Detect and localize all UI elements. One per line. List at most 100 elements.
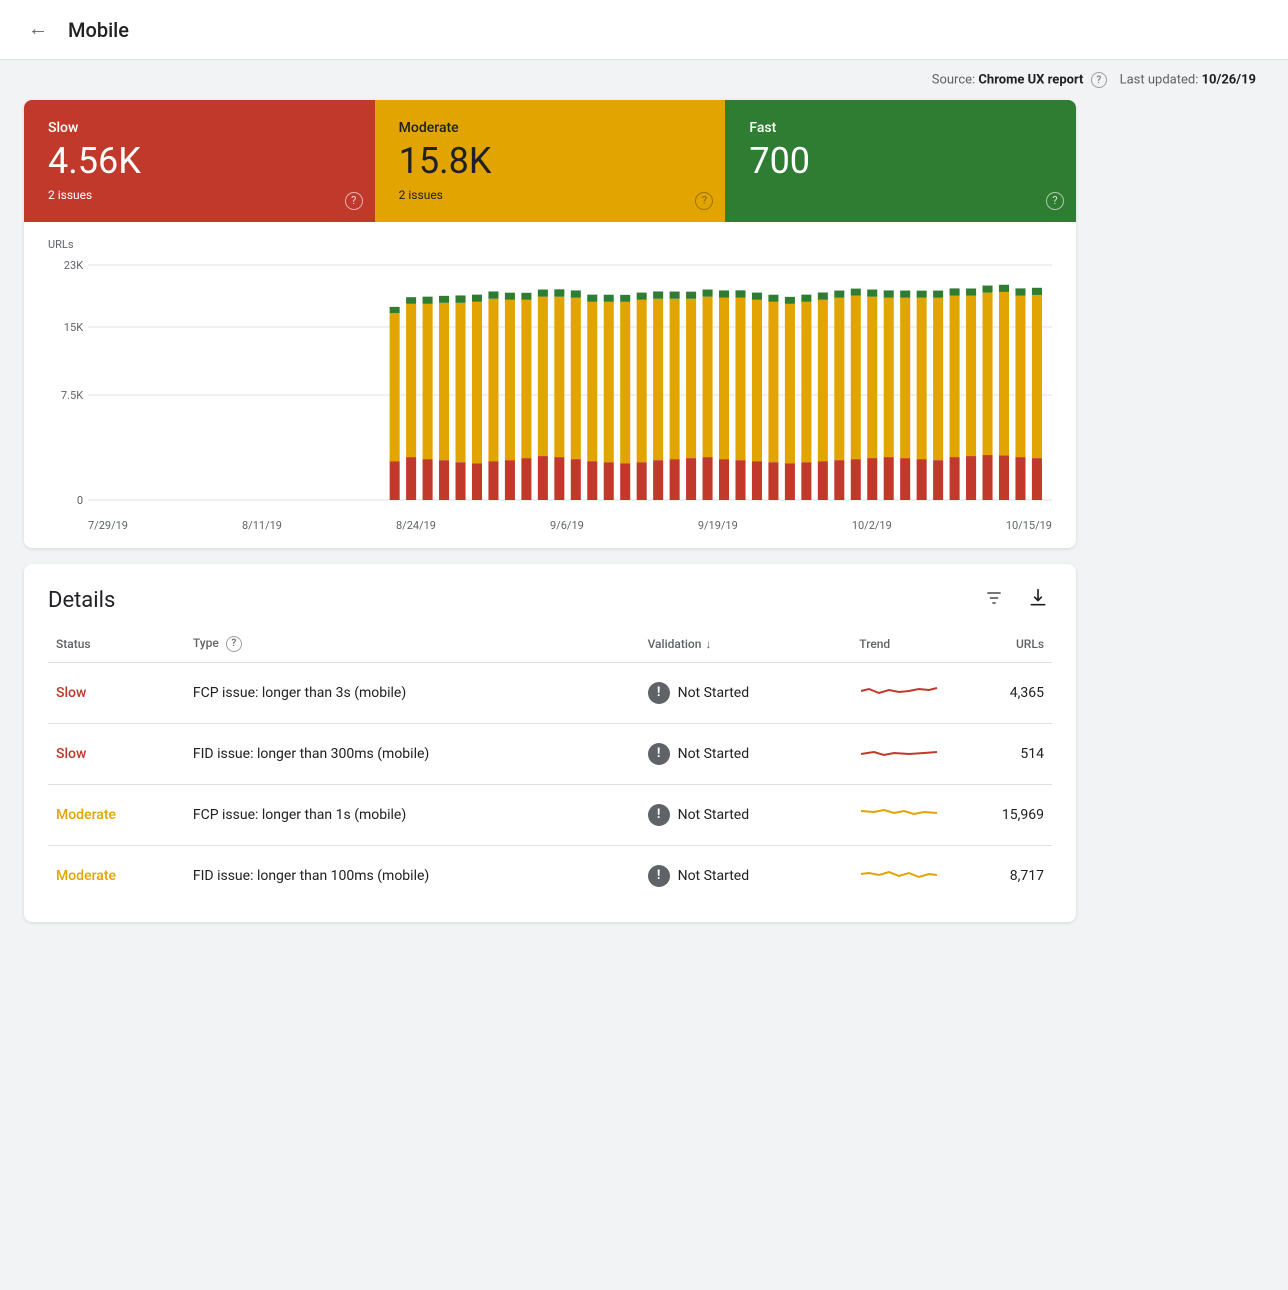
status-cell: Slow <box>48 662 185 723</box>
table-row: Moderate FID issue: longer than 100ms (mo… <box>48 845 1052 906</box>
col-type: Type ? <box>185 626 640 663</box>
type-cell: FID issue: longer than 300ms (mobile) <box>185 723 640 784</box>
fast-summary-card: Fast 700 ? <box>725 100 1076 222</box>
summary-chart-card: Slow 4.56K 2 issues ? Moderate 15.8K 2 i… <box>24 100 1076 548</box>
svg-text:23K: 23K <box>64 259 83 272</box>
validation-status-icon: ! <box>648 804 670 826</box>
col-validation[interactable]: Validation ↓ <box>640 626 852 663</box>
x-label-6: 10/15/19 <box>1006 519 1052 532</box>
fast-value: 700 <box>749 142 1052 182</box>
details-actions <box>980 584 1052 618</box>
validation-status-icon: ! <box>648 682 670 704</box>
moderate-value: 15.8K <box>399 142 702 182</box>
trend-cell <box>851 845 947 906</box>
slow-label: Slow <box>48 120 351 136</box>
status-cell: Moderate <box>48 845 185 906</box>
col-status: Status <box>48 626 185 663</box>
details-table-wrapper: Status Type ? Validation ↓ <box>24 626 1076 922</box>
source-name: Chrome UX report <box>978 72 1083 87</box>
table-row: Slow FID issue: longer than 300ms (mobile… <box>48 723 1052 784</box>
svg-text:15K: 15K <box>64 321 83 334</box>
trend-cell <box>851 723 947 784</box>
moderate-summary-card: Moderate 15.8K 2 issues ? <box>375 100 726 222</box>
x-label-1: 8/11/19 <box>242 519 282 532</box>
download-button[interactable] <box>1024 584 1052 618</box>
validation-status-text: Not Started <box>678 868 750 884</box>
status-cell: Slow <box>48 723 185 784</box>
source-help-icon[interactable]: ? <box>1091 72 1107 88</box>
validation-cell: ! Not Started <box>640 662 852 723</box>
table-header-row: Status Type ? Validation ↓ <box>48 626 1052 663</box>
chart-x-labels: 7/29/19 8/11/19 8/24/19 9/6/19 9/19/19 1… <box>48 519 1052 532</box>
validation-cell: ! Not Started <box>640 784 852 845</box>
last-updated-value: 10/26/19 <box>1202 72 1256 87</box>
header: ← Mobile <box>0 0 1288 60</box>
status-badge: Slow <box>56 685 86 701</box>
validation-status-text: Not Started <box>678 685 750 701</box>
validation-status-text: Not Started <box>678 746 750 762</box>
moderate-issues: 2 issues <box>399 188 702 202</box>
fast-label: Fast <box>749 120 1052 136</box>
status-badge: Slow <box>56 746 86 762</box>
chart-svg: 23K 15K 7.5K 0 <box>48 255 1052 515</box>
table-row: Slow FCP issue: longer than 3s (mobile)! N… <box>48 662 1052 723</box>
filter-icon <box>984 591 1004 613</box>
trend-cell <box>851 784 947 845</box>
chart-y-label: URLs <box>48 238 1052 251</box>
urls-cell: 514 <box>947 723 1052 784</box>
urls-cell: 8,717 <box>947 845 1052 906</box>
trend-svg <box>859 799 939 827</box>
urls-cell: 4,365 <box>947 662 1052 723</box>
slow-issues: 2 issues <box>48 188 351 202</box>
download-icon <box>1028 591 1048 613</box>
validation-sort[interactable]: Validation ↓ <box>648 637 844 651</box>
back-button[interactable]: ← <box>24 14 52 45</box>
slow-value: 4.56K <box>48 142 351 182</box>
validation-status-text: Not Started <box>678 807 750 823</box>
page-title: Mobile <box>68 18 129 42</box>
details-tbody: Slow FCP issue: longer than 3s (mobile)! N… <box>48 662 1052 906</box>
validation-status-icon: ! <box>648 865 670 887</box>
x-label-0: 7/29/19 <box>88 519 128 532</box>
details-header: Details <box>24 564 1076 626</box>
chart-container: 23K 15K 7.5K 0 <box>48 255 1052 515</box>
details-table: Status Type ? Validation ↓ <box>48 626 1052 906</box>
summary-row: Slow 4.56K 2 issues ? Moderate 15.8K 2 i… <box>24 100 1076 222</box>
slow-help-icon[interactable]: ? <box>345 192 363 210</box>
svg-text:0: 0 <box>77 494 83 507</box>
validation-status-icon: ! <box>648 743 670 765</box>
urls-cell: 15,969 <box>947 784 1052 845</box>
type-cell: FCP issue: longer than 1s (mobile) <box>185 784 640 845</box>
type-cell: FCP issue: longer than 3s (mobile) <box>185 662 640 723</box>
x-label-3: 9/6/19 <box>550 519 584 532</box>
details-card: Details <box>24 564 1076 922</box>
last-updated-prefix: Last updated: <box>1120 72 1199 87</box>
moderate-label: Moderate <box>399 120 702 136</box>
type-help-icon[interactable]: ? <box>226 636 242 652</box>
fast-help-icon[interactable]: ? <box>1046 192 1064 210</box>
trend-svg <box>859 738 939 766</box>
back-icon: ← <box>28 18 48 41</box>
col-trend: Trend <box>851 626 947 663</box>
svg-text:7.5K: 7.5K <box>61 389 83 402</box>
moderate-help-icon[interactable]: ? <box>695 192 713 210</box>
status-badge: Moderate <box>56 807 116 823</box>
x-label-2: 8/24/19 <box>396 519 436 532</box>
status-cell: Moderate <box>48 784 185 845</box>
trend-cell <box>851 662 947 723</box>
chart-area: URLs 23K 15K 7.5K 0 <box>24 222 1076 548</box>
sort-down-icon: ↓ <box>705 637 711 651</box>
table-row: Moderate FCP issue: longer than 1s (mobil… <box>48 784 1052 845</box>
x-label-5: 10/2/19 <box>852 519 892 532</box>
trend-svg <box>859 860 939 888</box>
validation-cell: ! Not Started <box>640 845 852 906</box>
col-urls: URLs <box>947 626 1052 663</box>
x-label-4: 9/19/19 <box>698 519 738 532</box>
type-cell: FID issue: longer than 100ms (mobile) <box>185 845 640 906</box>
status-badge: Moderate <box>56 868 116 884</box>
slow-summary-card: Slow 4.56K 2 issues ? <box>24 100 375 222</box>
validation-cell: ! Not Started <box>640 723 852 784</box>
source-bar: Source: Chrome UX report ? Last updated:… <box>0 60 1288 100</box>
source-prefix: Source: <box>932 72 975 87</box>
filter-button[interactable] <box>980 584 1008 618</box>
